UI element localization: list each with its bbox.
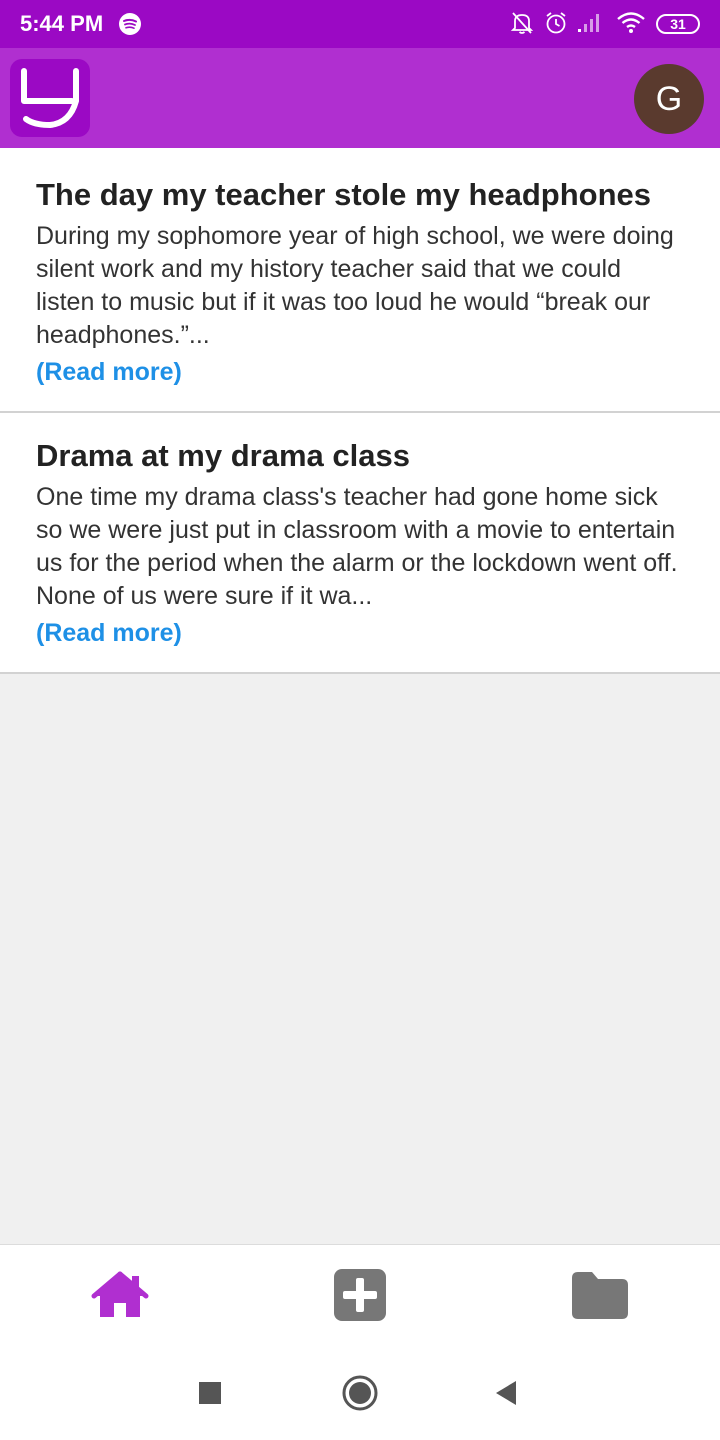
status-time: 5:44 PM [20,11,104,36]
post-excerpt: One time my drama class's teacher had go… [36,483,678,610]
nav-add-button[interactable] [300,1245,420,1345]
home-icon [91,1271,149,1317]
post-excerpt: During my sophomore year of high school,… [36,222,674,349]
back-button[interactable] [466,1345,546,1440]
app-bar: G [0,48,720,148]
home-circle-icon [342,1375,378,1410]
battery-icon: 31 [656,14,700,34]
system-nav-bar [0,1345,720,1440]
post-feed: The day my teacher stole my headphones D… [0,148,720,674]
mute-bell-icon [510,10,534,41]
post-title[interactable]: The day my teacher stole my headphones [36,176,684,214]
recents-icon [199,1381,221,1404]
post-card[interactable]: Drama at my drama class One time my dram… [0,413,720,674]
nav-home-button[interactable] [60,1245,180,1345]
app-logo[interactable] [10,59,90,137]
folder-icon [572,1272,628,1319]
read-more-link[interactable]: (Read more) [36,617,182,650]
post-card[interactable]: The day my teacher stole my headphones D… [0,148,720,413]
system-home-button[interactable] [320,1345,400,1440]
status-bar: 5:44 PM 31 [0,0,720,48]
read-more-link[interactable]: (Read more) [36,356,182,389]
back-icon [496,1380,516,1405]
add-icon [334,1269,386,1321]
recents-button[interactable] [170,1345,250,1440]
spotify-icon [118,12,142,41]
wifi-icon [616,10,646,39]
post-title[interactable]: Drama at my drama class [36,437,684,475]
signal-icon [576,10,604,39]
avatar[interactable]: G [634,64,704,134]
bottom-nav [0,1244,720,1346]
nav-folder-button[interactable] [540,1245,660,1345]
alarm-icon [544,10,568,41]
